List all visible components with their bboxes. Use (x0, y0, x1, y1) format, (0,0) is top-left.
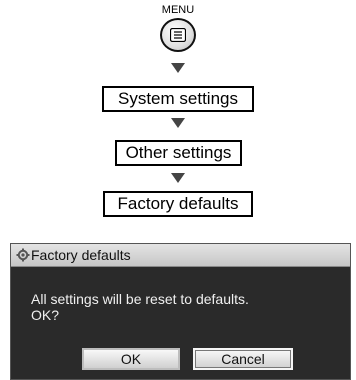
dialog-message: All settings will be reset to defaults. … (31, 291, 249, 323)
step-factory-defaults: Factory defaults (103, 191, 253, 217)
ok-button[interactable]: OK (82, 348, 180, 370)
dialog-title: Factory defaults (31, 247, 131, 263)
cancel-button[interactable]: Cancel (193, 348, 293, 370)
settings-icon (16, 248, 30, 262)
menu-button[interactable] (160, 18, 196, 52)
factory-defaults-dialog: Factory defaults All settings will be re… (10, 243, 351, 380)
menu-label: MENU (161, 4, 195, 16)
down-arrow-icon (171, 63, 185, 73)
step-system-settings: System settings (102, 86, 254, 112)
step-other-settings: Other settings (115, 140, 242, 166)
menu-icon (170, 28, 186, 42)
down-arrow-icon (171, 118, 185, 128)
down-arrow-icon (171, 173, 185, 183)
dialog-titlebar: Factory defaults (11, 244, 350, 267)
